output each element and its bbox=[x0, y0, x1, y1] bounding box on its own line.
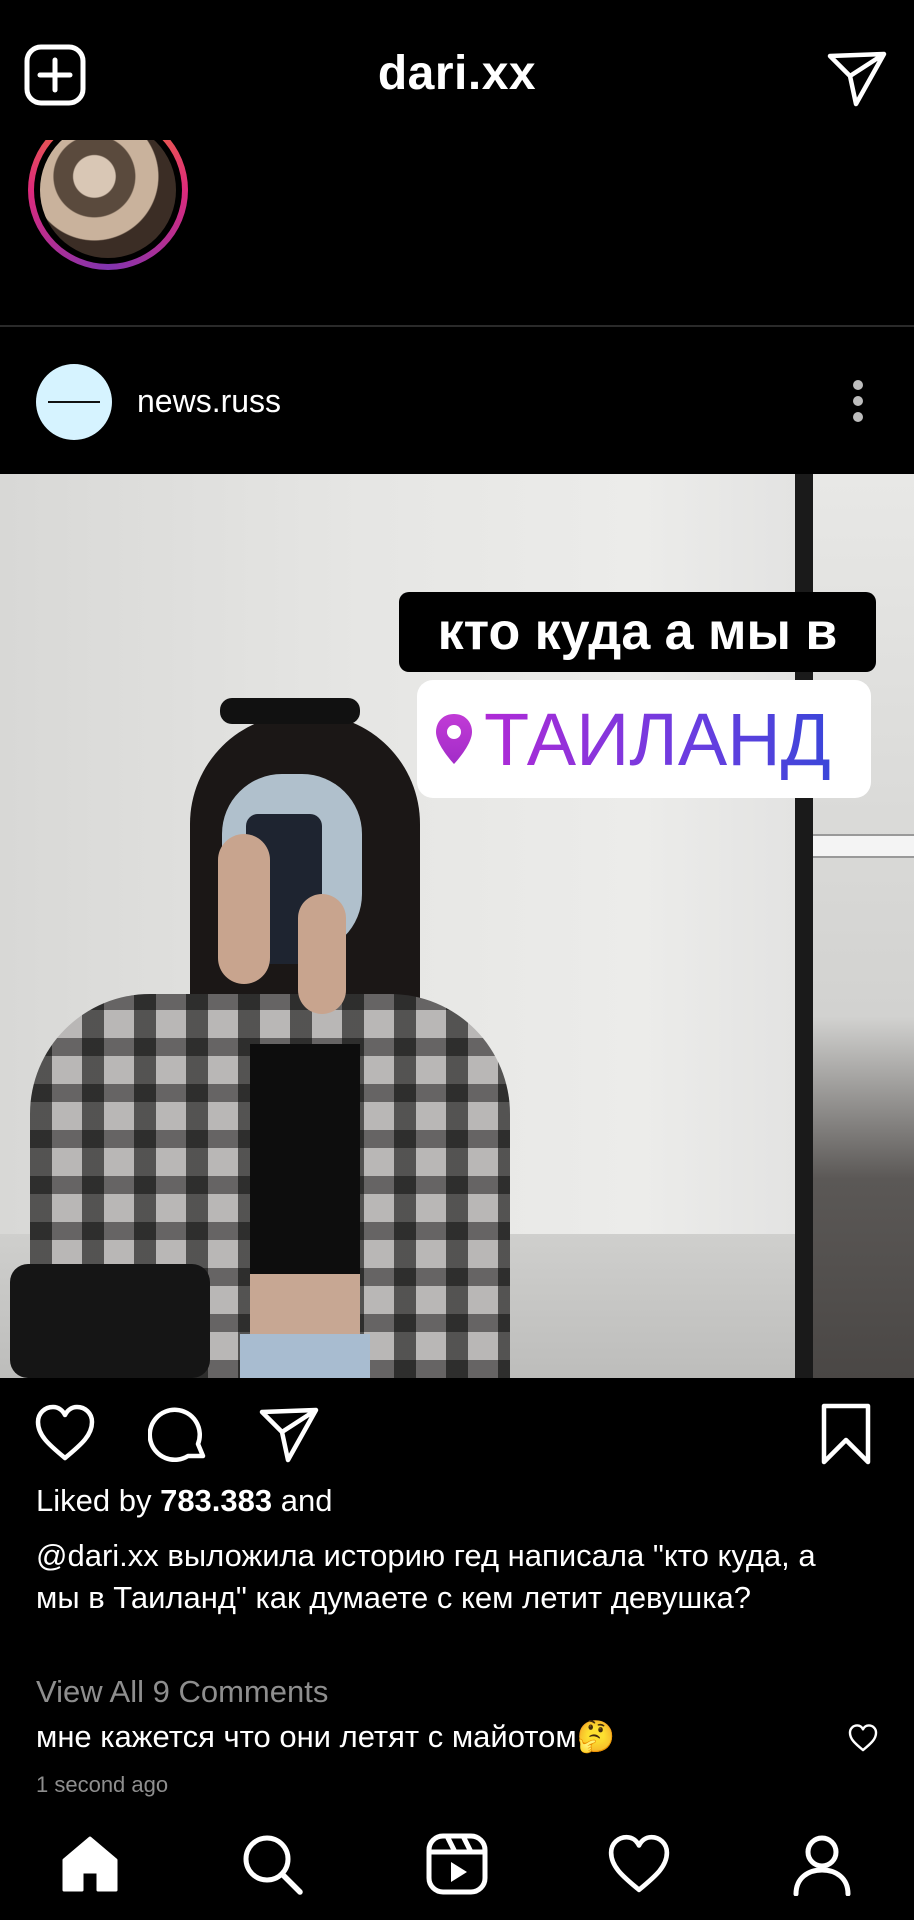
search-icon[interactable] bbox=[240, 1832, 304, 1896]
comment-text: мне кажется что они летят с майотом🤔 bbox=[36, 1719, 616, 1754]
activity-heart-icon[interactable] bbox=[607, 1832, 671, 1896]
share-icon[interactable] bbox=[258, 1406, 320, 1464]
likes-prefix: Liked by bbox=[36, 1483, 161, 1518]
post-timestamp: 1 second ago bbox=[36, 1772, 169, 1797]
likes-suffix: and bbox=[272, 1483, 333, 1518]
likes-summary[interactable]: Liked by 783.383 and bbox=[36, 1483, 332, 1519]
likes-count: 783.383 bbox=[160, 1483, 273, 1518]
location-sticker-label: ТАИЛАНД bbox=[484, 690, 831, 790]
story-avatar[interactable] bbox=[40, 122, 176, 258]
post-caption: @dari.xx выложила историю гед написала "… bbox=[36, 1538, 816, 1615]
feed-divider bbox=[0, 325, 914, 327]
direct-message-icon[interactable] bbox=[826, 50, 888, 108]
comment-heart-icon[interactable] bbox=[848, 1724, 878, 1752]
more-vertical-icon[interactable] bbox=[845, 378, 871, 424]
home-icon[interactable] bbox=[58, 1832, 122, 1896]
bookmark-icon[interactable] bbox=[820, 1402, 872, 1466]
comment-icon[interactable] bbox=[148, 1404, 208, 1464]
heart-icon[interactable] bbox=[34, 1404, 96, 1462]
profile-icon[interactable] bbox=[790, 1832, 854, 1896]
post-username[interactable]: news.russ bbox=[137, 383, 281, 420]
story-sticker-text: кто куда а мы в bbox=[399, 592, 876, 672]
view-all-comments-link[interactable]: View All 9 Comments bbox=[36, 1674, 328, 1710]
reels-icon[interactable] bbox=[425, 1832, 489, 1896]
avatar-logo-line bbox=[48, 401, 100, 403]
location-pin-icon bbox=[434, 712, 474, 766]
page-title: dari.xx bbox=[377, 47, 537, 100]
